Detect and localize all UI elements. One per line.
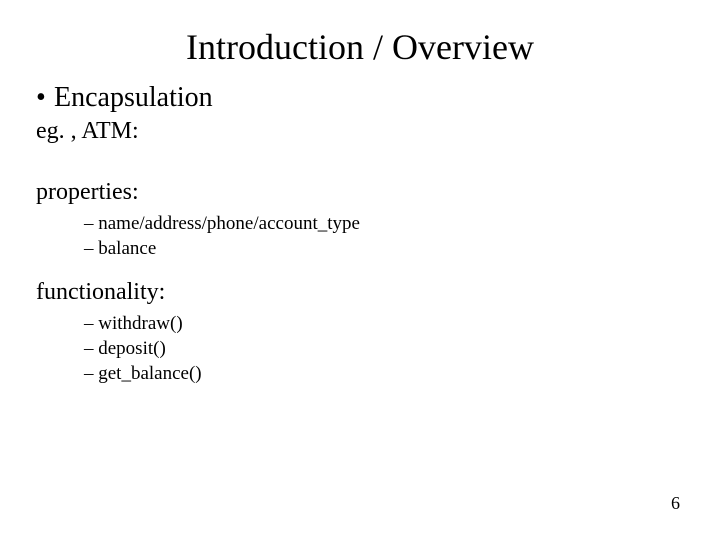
dash-icon: – (84, 313, 94, 334)
bullet-marker: • (36, 82, 54, 114)
list-item: – deposit() (84, 337, 684, 362)
properties-list: – name/address/phone/account_type – bala… (84, 212, 684, 261)
functionality-list: – withdraw() – deposit() – get_balance() (84, 312, 684, 386)
list-item: – get_balance() (84, 362, 684, 387)
properties-heading: properties: (36, 179, 684, 206)
example-line: eg. , ATM: (36, 118, 684, 145)
dash-icon: – (84, 338, 94, 359)
bullet-encapsulation: •Encapsulation (36, 82, 684, 114)
list-item-label: name/address/phone/account_type (98, 213, 360, 234)
list-item: – withdraw() (84, 312, 684, 337)
list-item-label: withdraw() (98, 313, 182, 334)
functionality-heading: functionality: (36, 279, 684, 306)
list-item: – name/address/phone/account_type (84, 212, 684, 237)
dash-icon: – (84, 238, 94, 259)
dash-icon: – (84, 363, 94, 384)
slide: Introduction / Overview •Encapsulation e… (0, 0, 720, 540)
list-item-label: deposit() (98, 338, 166, 359)
list-item-label: balance (98, 238, 156, 259)
page-number: 6 (671, 493, 680, 514)
bullet-text: Encapsulation (54, 82, 213, 113)
dash-icon: – (84, 213, 94, 234)
list-item: – balance (84, 237, 684, 262)
page-title: Introduction / Overview (36, 26, 684, 68)
list-item-label: get_balance() (98, 363, 201, 384)
